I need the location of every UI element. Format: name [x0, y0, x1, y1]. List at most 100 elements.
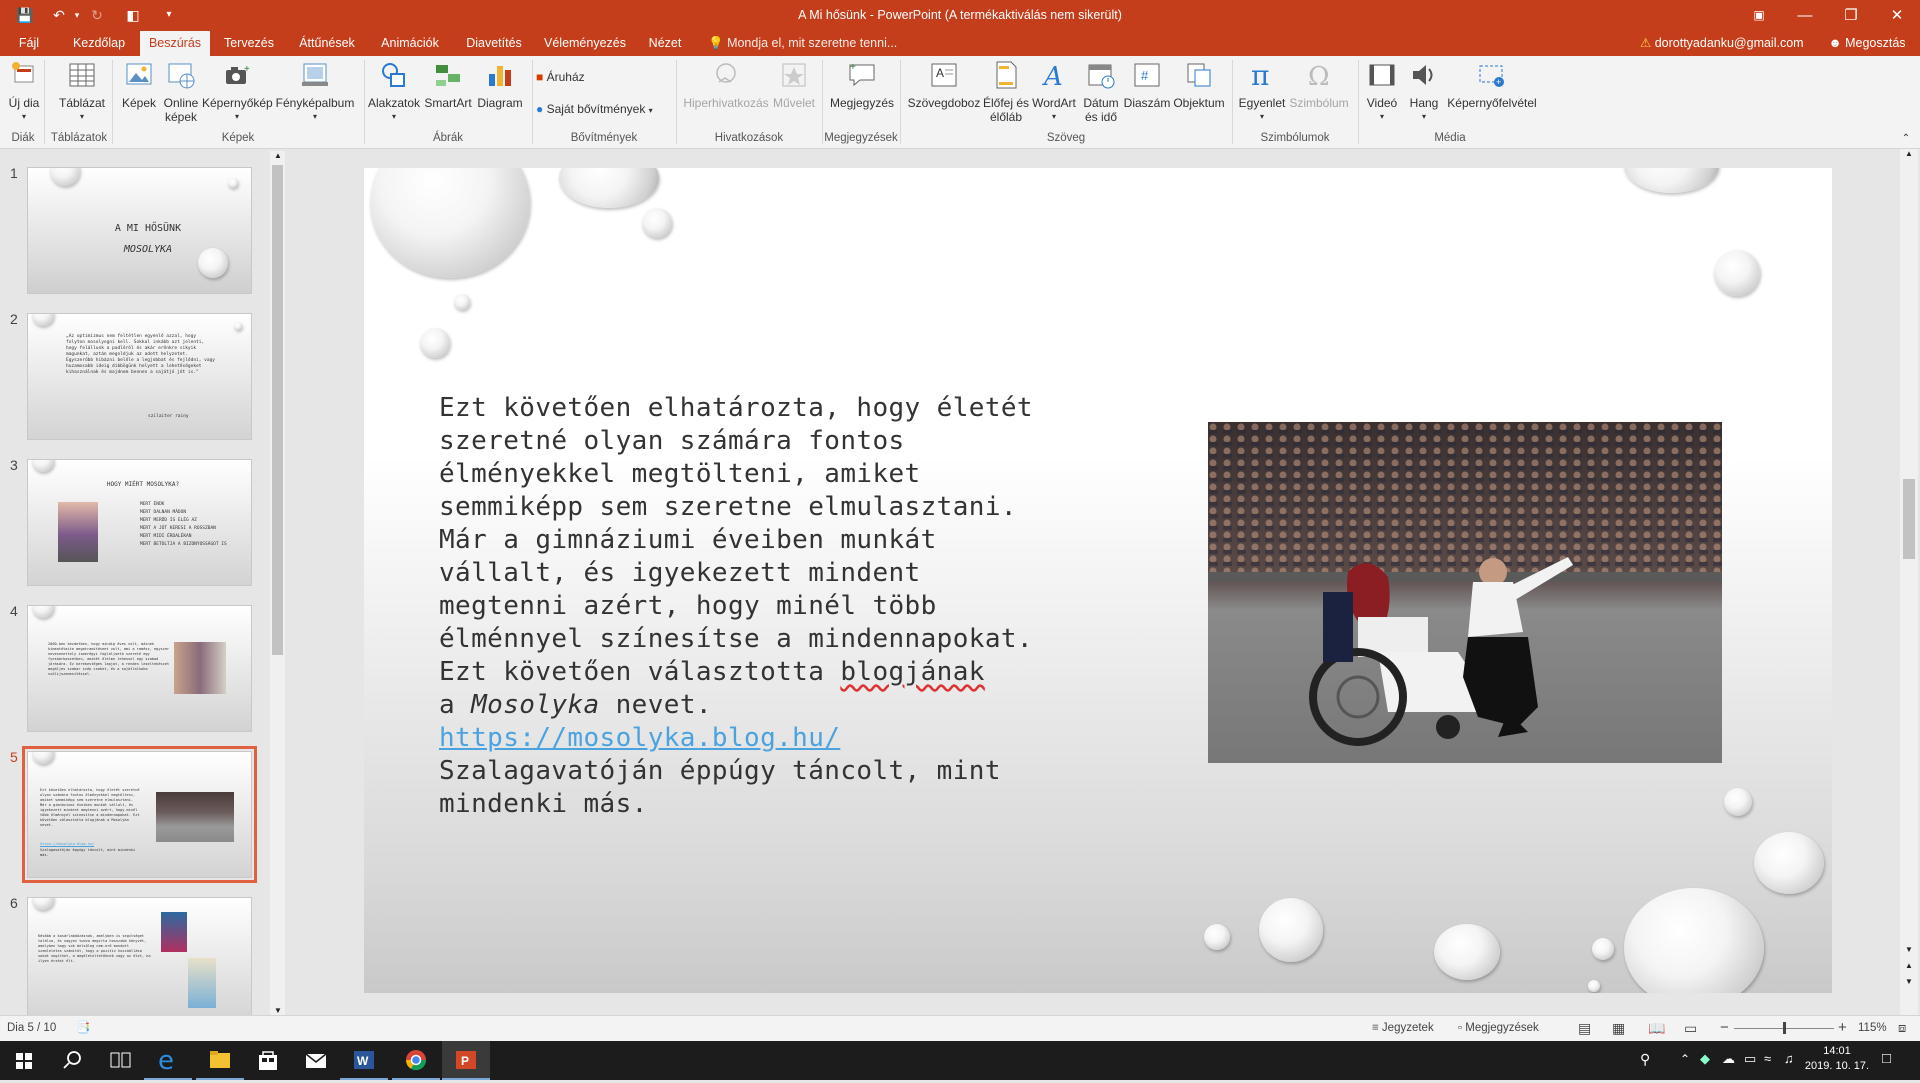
tell-me-box[interactable]: 💡 Mondja el, mit szeretne tenni... — [708, 31, 898, 56]
smartart-button[interactable]: SmartArt — [422, 60, 474, 110]
normal-view-icon[interactable]: ▤ — [1578, 1020, 1591, 1037]
new-slide-button[interactable]: Új dia ▾ — [4, 60, 44, 124]
close-button[interactable]: ✕ — [1874, 0, 1920, 31]
comment-button[interactable]: + Megjegyzés — [826, 60, 898, 110]
taskbar-chrome[interactable] — [392, 1041, 440, 1080]
slide-thumbnail-1[interactable]: A MI HŐSÜNK MOSOLYKA — [27, 167, 252, 294]
search-button[interactable] — [48, 1041, 96, 1080]
tab-home[interactable]: Kezdőlap — [68, 31, 130, 56]
shapes-button[interactable]: Alakzatok ▾ — [366, 60, 422, 124]
taskbar-mail[interactable] — [292, 1041, 340, 1080]
zoom-out-icon[interactable]: − — [1720, 1019, 1729, 1036]
scroll-up-icon[interactable]: ▲ — [1905, 149, 1913, 158]
tab-view[interactable]: Nézet — [638, 31, 692, 56]
taskbar-word[interactable]: W — [340, 1041, 388, 1080]
object-button[interactable]: Objektum — [1170, 60, 1228, 110]
slideshow-view-icon[interactable]: ▭ — [1684, 1020, 1697, 1037]
slide-sorter-icon[interactable]: ▦ — [1612, 1020, 1625, 1037]
task-view-button[interactable] — [96, 1041, 144, 1080]
group-label-images: Képek — [221, 132, 255, 144]
my-addins-button[interactable]: ● Saját bővítmények ▾ — [536, 102, 670, 118]
tab-transitions[interactable]: Áttűnések — [290, 31, 364, 56]
slide-thumbnail-4[interactable]: 2000-ben kezdetben, hogy mindig éves vol… — [27, 605, 252, 732]
slide-number-button[interactable]: # Diaszám — [1122, 60, 1172, 110]
battery-icon[interactable]: ▭ — [1744, 1051, 1756, 1067]
chart-button[interactable]: Diagram — [474, 60, 526, 110]
comments-button[interactable]: ▫ Megjegyzések — [1458, 1022, 1539, 1034]
show-hidden-icons-icon[interactable]: ⌃ — [1680, 1052, 1690, 1066]
tab-slideshow[interactable]: Diavetítés — [456, 31, 532, 56]
textbox-button[interactable]: A Szövegdoboz — [904, 60, 984, 110]
collapse-ribbon-icon[interactable]: ⌃ — [1898, 132, 1914, 146]
book-cover-thumbnail — [161, 912, 187, 952]
previous-slide-icon[interactable]: ▲ — [1905, 961, 1913, 970]
picture-icon — [126, 63, 152, 85]
notes-button[interactable]: ≡ Jegyzetek — [1372, 1022, 1434, 1034]
spelling-check-icon[interactable]: 📑 — [76, 1020, 90, 1034]
video-button[interactable]: Videó ▾ — [1360, 60, 1404, 124]
scroll-up-icon[interactable]: ▲ — [274, 151, 282, 160]
tab-insert[interactable]: Beszúrás — [140, 31, 210, 56]
app-tray-icon[interactable]: ◆ — [1700, 1051, 1710, 1067]
scroll-down-icon[interactable]: ▼ — [1905, 945, 1913, 954]
wifi-icon[interactable]: ≈ — [1764, 1051, 1771, 1066]
fit-to-window-icon[interactable]: ⧈ — [1898, 1020, 1906, 1036]
slide-counter: Dia 5 / 10 — [7, 1022, 57, 1034]
table-button[interactable]: Táblázat ▾ — [56, 60, 108, 124]
date-time-button[interactable]: Dátum és idő — [1078, 60, 1124, 124]
blog-link[interactable]: https://mosolyka.blog.hu/ — [439, 723, 840, 753]
taskbar-powerpoint[interactable]: P — [442, 1041, 490, 1080]
thumbnail-scrollbar[interactable]: ▲ ▼ — [270, 151, 285, 1015]
audio-button[interactable]: Hang ▾ — [1404, 60, 1444, 124]
pictures-button[interactable]: Képek — [118, 60, 160, 110]
current-slide[interactable]: Ezt követően elhatározta, hogy életét sz… — [364, 168, 1832, 993]
tab-file[interactable]: Fájl — [8, 31, 50, 56]
people-icon[interactable]: ⚲ — [1640, 1051, 1650, 1068]
photo-album-button[interactable]: Fényképalbum ▾ — [274, 60, 356, 124]
taskbar-file-explorer[interactable] — [196, 1041, 244, 1080]
reading-view-icon[interactable]: 📖 — [1648, 1020, 1665, 1037]
zoom-slider-handle[interactable] — [1783, 1022, 1786, 1034]
action-center-icon[interactable]: □ — [1882, 1050, 1891, 1067]
symbol-button[interactable]: Ω Szimbólum — [1286, 60, 1352, 110]
tab-animations[interactable]: Animációk — [374, 31, 446, 56]
slide-thumbnail-6[interactable]: Később a kosárlabdázásnak, amelyben is s… — [27, 897, 252, 1024]
online-pictures-button[interactable]: Online képek — [160, 60, 202, 124]
next-slide-icon[interactable]: ▼ — [1905, 977, 1913, 986]
header-footer-button[interactable]: Élőfej és élőláb — [978, 60, 1034, 124]
start-button[interactable] — [0, 1041, 48, 1080]
volume-icon[interactable]: ♫ — [1784, 1051, 1794, 1066]
slide-thumbnail-3[interactable]: HOGY MIÉRT MOSOLYKA? MERT ÉNÜK MERT DALN… — [27, 459, 252, 586]
action-button[interactable]: Művelet — [770, 60, 818, 110]
editor-scroll-thumb[interactable] — [1903, 479, 1915, 559]
tab-design[interactable]: Tervezés — [220, 31, 278, 56]
scroll-down-icon[interactable]: ▼ — [274, 1006, 282, 1015]
chart-icon — [489, 66, 511, 86]
slide-body-text[interactable]: Ezt követően elhatározta, hogy életét sz… — [439, 392, 1059, 821]
zoom-level[interactable]: 115% — [1858, 1022, 1887, 1034]
thumbnail-scroll-thumb[interactable] — [272, 165, 283, 655]
equation-button[interactable]: π Egyenlet ▾ — [1236, 59, 1288, 124]
maximize-button[interactable]: ❐ — [1828, 0, 1874, 31]
tab-review[interactable]: Véleményezés — [542, 31, 628, 56]
ribbon-display-options-icon[interactable]: ▣ — [1736, 0, 1782, 31]
thumbnail-text: Szalagavatóján éppúgy táncolt, mint mind… — [40, 848, 136, 857]
slide-thumbnail-pane: ▲ ▼ 1 A MI HŐSÜNK MOSOLYKA 2 „Az optimiz… — [0, 149, 292, 1024]
screenshot-button[interactable]: + Képernyőkép ▾ — [202, 60, 273, 124]
store-button[interactable]: ■ Áruház — [536, 70, 606, 84]
editor-scrollbar[interactable]: ▲ ▼ ▲ ▼ — [1900, 149, 1918, 1015]
screen-recording-button[interactable]: + Képernyőfelvétel — [1444, 60, 1540, 110]
taskbar-store[interactable] — [244, 1041, 292, 1080]
wordart-button[interactable]: A WordArt ▾ — [1030, 60, 1078, 124]
slide-thumbnail-2[interactable]: „Az optimizmus nem feltétlen egyenlő azz… — [27, 313, 252, 440]
camera-icon: + — [226, 64, 250, 84]
onedrive-icon[interactable]: ☁ — [1722, 1051, 1735, 1067]
share-button[interactable]: ☻ Megosztás — [1822, 31, 1912, 56]
hyperlink-button[interactable]: Hiperhivatkozás — [680, 60, 772, 110]
account[interactable]: ⚠ dorottyadanku@gmail.com — [1640, 31, 1820, 56]
clock[interactable]: 14:01 2019. 10. 17. — [1800, 1044, 1874, 1074]
minimize-button[interactable]: — — [1782, 0, 1828, 31]
zoom-in-icon[interactable]: + — [1838, 1019, 1847, 1036]
slide-thumbnail-5[interactable]: Ezt követően elhatározta, hogy életét sz… — [22, 746, 257, 883]
taskbar-edge[interactable]: e — [144, 1041, 192, 1080]
